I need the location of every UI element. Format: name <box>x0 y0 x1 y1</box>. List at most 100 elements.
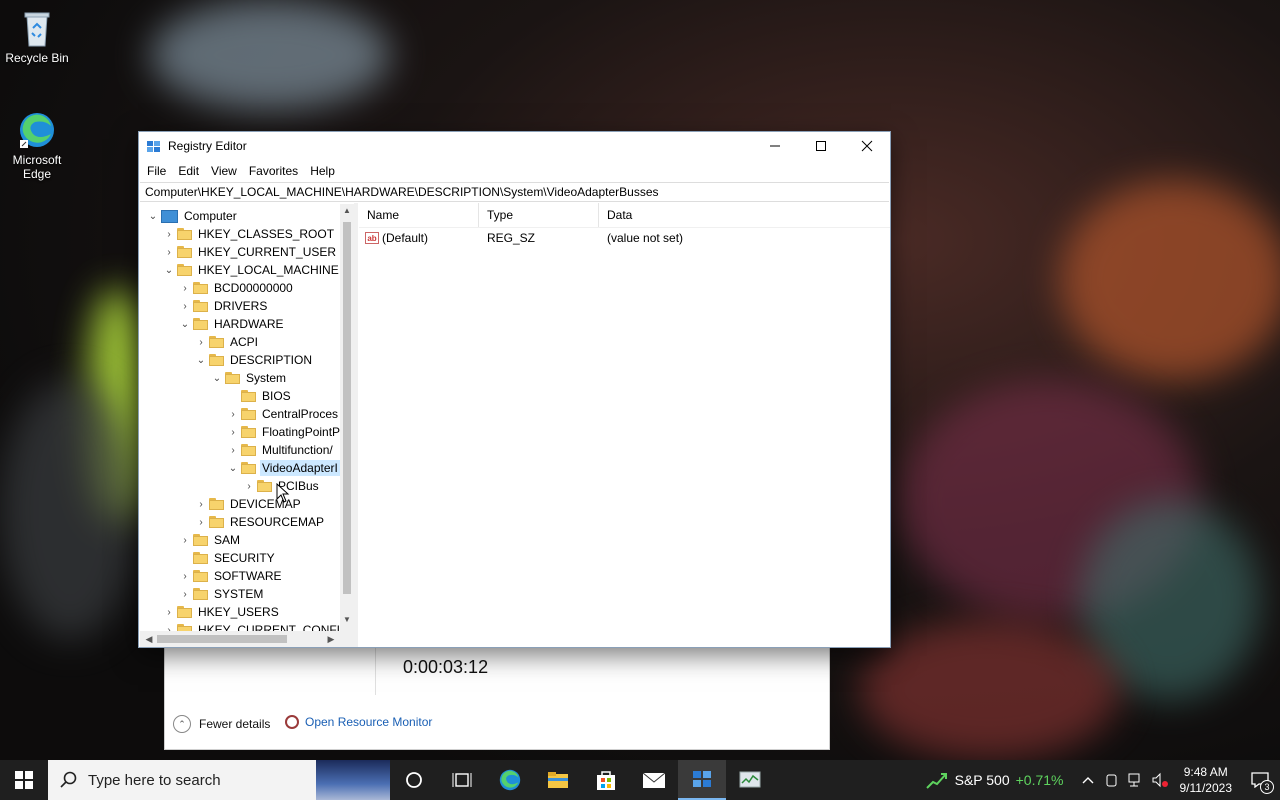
menu-file[interactable]: File <box>141 164 172 178</box>
stock-trend-icon <box>925 773 947 789</box>
regedit-taskbar-button[interactable] <box>678 760 726 800</box>
chevron-down-icon[interactable]: ⌄ <box>161 265 177 276</box>
tree-node[interactable]: › FloatingPointP <box>225 423 340 441</box>
store-button[interactable] <box>582 760 630 800</box>
meet-now-button[interactable] <box>1100 760 1124 800</box>
scroll-up-icon[interactable]: ▲ <box>340 206 354 220</box>
scroll-left-icon[interactable]: ◀ <box>142 631 156 647</box>
folder-icon <box>193 588 208 600</box>
tree-node[interactable]: ⌄ HARDWARE <box>177 315 286 333</box>
chevron-down-icon[interactable]: ⌄ <box>193 355 209 366</box>
minimize-button[interactable] <box>752 132 798 160</box>
tree-node[interactable]: › HKEY_CLASSES_ROOT <box>161 225 336 243</box>
value-name: (Default) <box>382 231 429 245</box>
tree-node[interactable]: › RESOURCEMAP <box>193 513 326 531</box>
chevron-right-icon[interactable]: › <box>161 607 177 618</box>
meet-now-icon <box>1106 774 1116 787</box>
notification-center-button[interactable]: 3 <box>1240 760 1280 800</box>
tree-node[interactable]: ⌄ VideoAdapterI <box>225 459 340 477</box>
chevron-right-icon[interactable]: › <box>161 229 177 240</box>
tree-node-label: HARDWARE <box>214 317 284 331</box>
tree-horizontal-scrollbar[interactable]: ◀ ▶ <box>140 631 354 647</box>
tree-hscroll-thumb[interactable] <box>157 635 287 643</box>
task-view-button[interactable] <box>438 760 486 800</box>
close-button[interactable] <box>844 132 890 160</box>
chevron-down-icon[interactable]: ⌄ <box>145 211 161 222</box>
file-explorer-button[interactable] <box>534 760 582 800</box>
tree-node[interactable]: › HKEY_CURRENT_CONFIG <box>161 621 340 631</box>
tree-node[interactable]: ⌄ Computer <box>145 207 239 225</box>
tree-node[interactable]: › HKEY_USERS <box>161 603 281 621</box>
chevron-right-icon[interactable]: › <box>177 535 193 546</box>
column-header-type[interactable]: Type <box>479 203 599 227</box>
edge-desktop-icon[interactable]: Microsoft Edge <box>0 110 74 181</box>
tree-node[interactable]: ⌄ DESCRIPTION <box>193 351 314 369</box>
column-header-data[interactable]: Data <box>599 203 879 227</box>
menu-edit[interactable]: Edit <box>172 164 205 178</box>
menu-favorites[interactable]: Favorites <box>243 164 304 178</box>
chevron-right-icon[interactable]: › <box>193 517 209 528</box>
chevron-down-icon[interactable]: ⌄ <box>225 463 241 474</box>
edge-taskbar-button[interactable] <box>486 760 534 800</box>
start-button[interactable] <box>0 760 48 800</box>
recycle-bin-desktop-icon[interactable]: Recycle Bin <box>0 8 74 65</box>
tree-node-label: SOFTWARE <box>214 569 282 583</box>
tree-node[interactable]: › Multifunction/ <box>225 441 335 459</box>
tree-node[interactable]: › HKEY_CURRENT_USER <box>161 243 338 261</box>
volume-button[interactable] <box>1148 760 1172 800</box>
scroll-down-icon[interactable]: ▼ <box>340 615 354 629</box>
clock[interactable]: 9:48 AM 9/11/2023 <box>1180 764 1233 796</box>
chevron-right-icon[interactable]: › <box>241 481 257 492</box>
chevron-right-icon[interactable]: › <box>177 283 193 294</box>
chevron-right-icon[interactable]: › <box>225 409 241 420</box>
cortana-icon <box>406 772 422 788</box>
tree-node[interactable]: ⌄ System <box>209 369 288 387</box>
chevron-right-icon[interactable]: › <box>177 589 193 600</box>
tree-node[interactable]: › SYSTEM <box>177 585 265 603</box>
tree-node[interactable]: › BCD00000000 <box>177 279 295 297</box>
tree-node-label: System <box>246 371 287 385</box>
title-bar[interactable]: Registry Editor <box>139 132 890 160</box>
chevron-right-icon[interactable]: › <box>225 445 241 456</box>
chevron-right-icon[interactable]: › <box>177 571 193 582</box>
tree-node[interactable]: › DRIVERS <box>177 297 269 315</box>
values-pane[interactable]: Name Type Data ab (Default) REG_SZ (valu… <box>359 203 890 647</box>
tree-node[interactable]: › ACPI <box>193 333 260 351</box>
mail-button[interactable] <box>630 760 678 800</box>
network-button[interactable] <box>1124 760 1148 800</box>
tree-node[interactable]: › SAM <box>177 531 242 549</box>
chevron-right-icon[interactable]: › <box>193 337 209 348</box>
menu-help[interactable]: Help <box>304 164 341 178</box>
chevron-right-icon[interactable]: › <box>177 301 193 312</box>
show-hidden-icons-button[interactable] <box>1076 760 1100 800</box>
scroll-right-icon[interactable]: ▶ <box>324 631 338 647</box>
address-bar[interactable]: Computer\HKEY_LOCAL_MACHINE\HARDWARE\DES… <box>140 182 889 202</box>
folder-icon <box>209 516 224 528</box>
tree-node[interactable]: ⌄ HKEY_LOCAL_MACHINE <box>161 261 340 279</box>
tree-vertical-scrollbar[interactable]: ▲ ▼ <box>340 204 354 631</box>
cortana-button[interactable] <box>390 760 438 800</box>
maximize-button[interactable] <box>798 132 844 160</box>
open-resource-monitor-link[interactable]: Open Resource Monitor <box>285 715 432 729</box>
chevron-right-icon[interactable]: › <box>225 427 241 438</box>
resource-monitor-icon <box>285 715 299 729</box>
pane-splitter[interactable] <box>354 203 358 647</box>
tree-vscroll-thumb[interactable] <box>343 222 351 594</box>
chevron-down-icon[interactable]: ⌄ <box>209 373 225 384</box>
tree-node[interactable]: BIOS <box>225 387 293 405</box>
column-header-name[interactable]: Name <box>359 203 479 227</box>
chevron-right-icon[interactable]: › <box>161 247 177 258</box>
stock-widget[interactable]: S&P 500 +0.71% <box>925 770 1064 790</box>
chevron-right-icon[interactable]: › <box>193 499 209 510</box>
value-row[interactable]: ab (Default) REG_SZ (value not set) <box>359 228 890 248</box>
task-manager-taskbar-button[interactable] <box>726 760 774 800</box>
chevron-down-icon[interactable]: ⌄ <box>177 319 193 330</box>
menu-view[interactable]: View <box>205 164 243 178</box>
fewer-details-button[interactable]: ⌃ Fewer details <box>173 715 270 733</box>
key-tree-pane[interactable]: ⌄ Computer › HKEY_CLASSES_ROOT › HKEY_CURRENT… <box>140 204 355 647</box>
folder-icon <box>177 228 192 240</box>
tree-node[interactable]: SECURITY <box>177 549 277 567</box>
tree-node[interactable]: › SOFTWARE <box>177 567 284 585</box>
tree-node[interactable]: › CentralProces <box>225 405 340 423</box>
taskbar-search-box[interactable]: Type here to search <box>48 760 390 800</box>
